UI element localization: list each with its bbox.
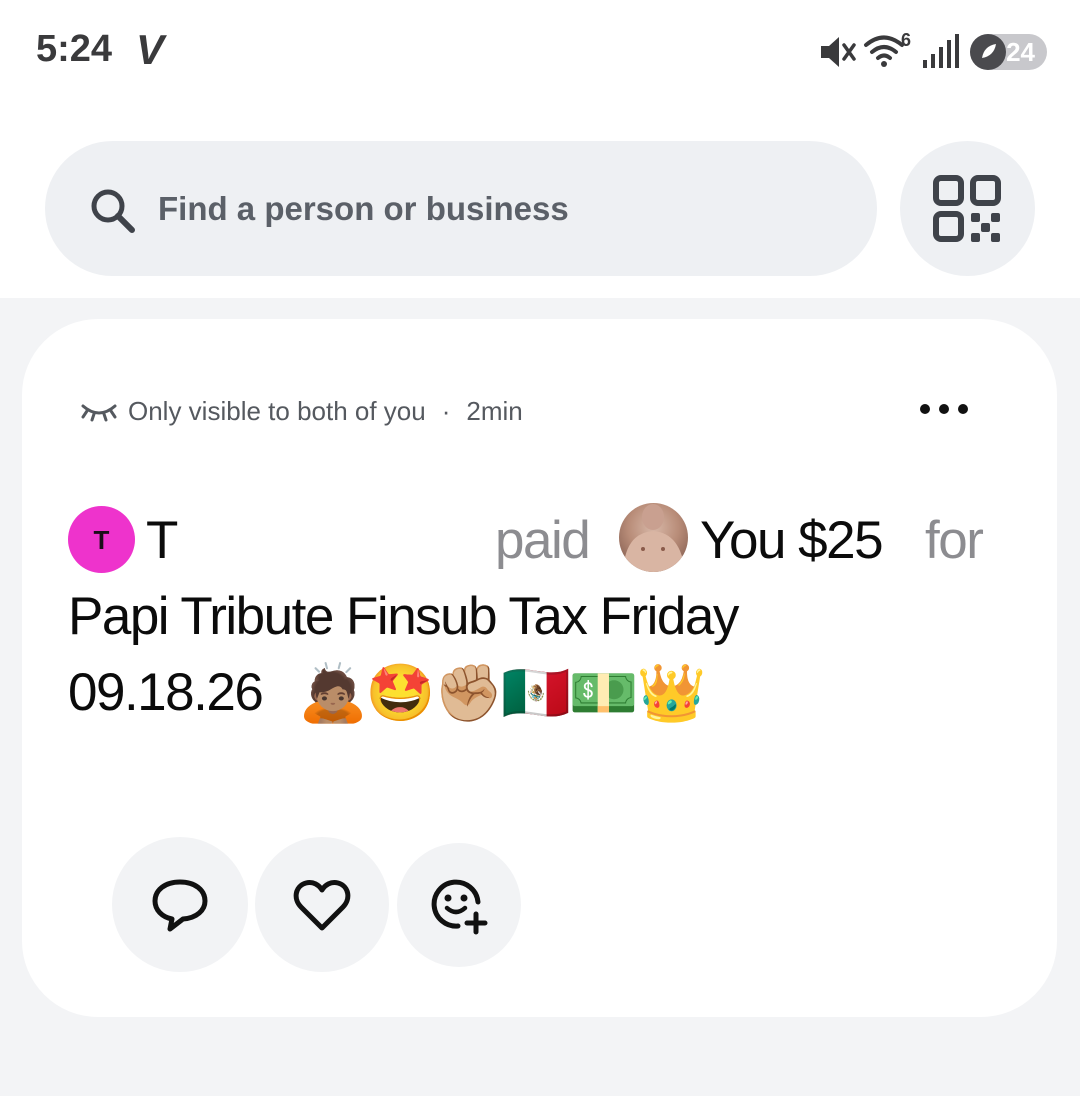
story-actions [112, 837, 532, 972]
payer-name[interactable]: T [146, 503, 178, 579]
payee-avatar[interactable] [619, 503, 688, 572]
time-ago: 2min [466, 395, 523, 426]
note-line-2: 09.18.26 [68, 663, 264, 722]
more-dot [939, 404, 949, 414]
more-dot [920, 404, 930, 414]
comment-button[interactable] [112, 837, 248, 972]
note-line-1: Papi Tribute Finsub Tax Friday [68, 587, 739, 646]
battery-saver-icon [970, 34, 1006, 70]
payer-avatar[interactable]: T [68, 506, 135, 573]
more-dot [958, 404, 968, 414]
more-options-button[interactable] [920, 396, 980, 422]
like-button[interactable] [255, 837, 389, 972]
mute-icon [821, 37, 856, 67]
qr-code-button[interactable] [900, 141, 1035, 276]
status-time: 5:24 [36, 28, 113, 70]
venmo-notification-icon: V [136, 26, 165, 73]
payment-amount: $25 [798, 511, 883, 570]
battery-indicator: 24 [970, 34, 1047, 70]
wifi-icon [864, 35, 904, 67]
signal-icon [923, 34, 959, 68]
paid-verb: paid [495, 511, 591, 570]
closed-eye-icon [81, 404, 117, 422]
add-emoji-icon [431, 879, 488, 935]
visibility-label: Only visible to both of you [128, 395, 426, 426]
search-icon [91, 189, 135, 233]
search-input[interactable]: Find a person or business [158, 190, 569, 228]
battery-level: 24 [1006, 36, 1035, 67]
payee-name[interactable]: You [700, 511, 786, 570]
for-word: for [925, 511, 984, 570]
top-bar: 5:24 V 6 24 Find a person or business [0, 0, 1080, 298]
story-text: T T paid You $25 for Papi Tribute Finsub… [68, 503, 1028, 731]
meta-separator: · [441, 395, 451, 426]
note-emojis: 🙇🏽🤩✊🏼🇲🇽💵👑 [298, 661, 706, 724]
wifi-badge: 6 [901, 30, 912, 50]
comment-icon [152, 879, 208, 931]
story-meta: Only visible to both of you · 2min [80, 394, 523, 428]
heart-icon [293, 879, 351, 930]
add-reaction-button[interactable] [397, 843, 521, 967]
payee-and-amount: You $25 [700, 503, 884, 579]
qr-code-icon [933, 175, 1001, 242]
